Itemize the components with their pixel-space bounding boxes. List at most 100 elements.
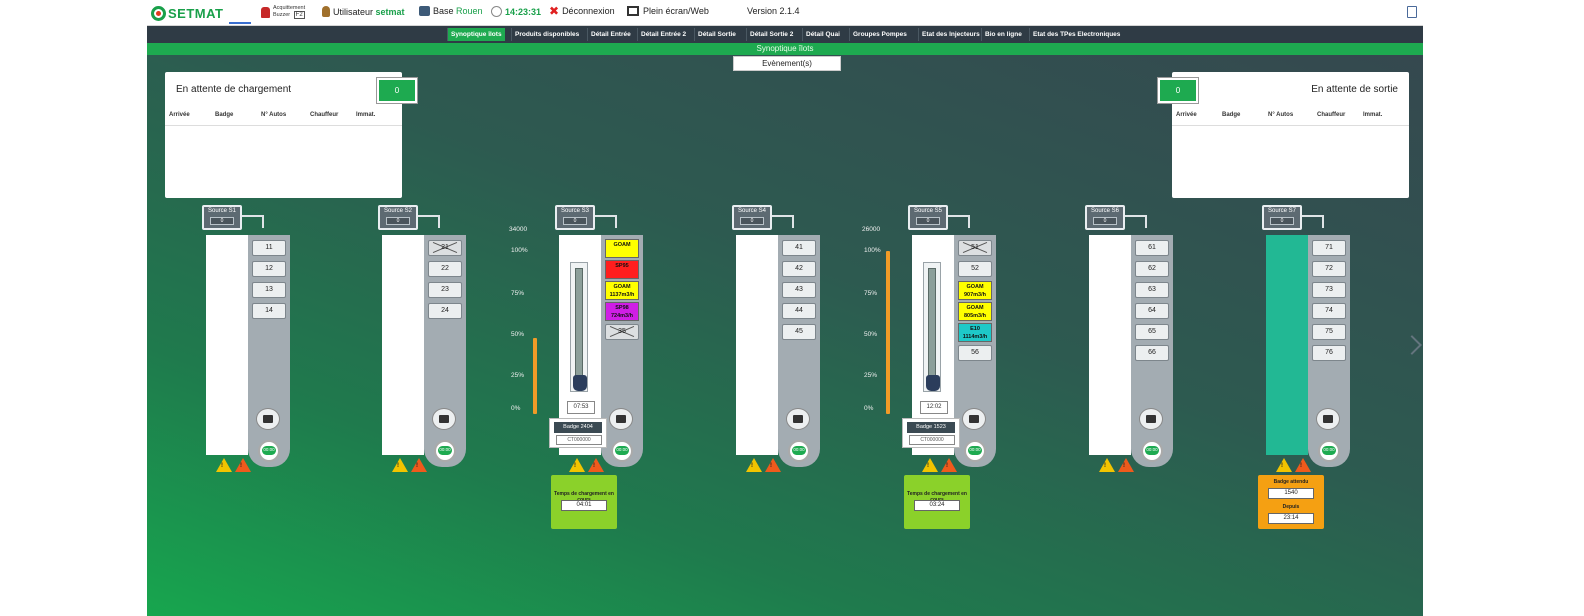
truck-icon[interactable] (432, 408, 456, 430)
go-timer-text: 00:00 (793, 447, 805, 452)
product-flow: 907m3/h (963, 292, 986, 298)
truck-icon[interactable] (1316, 408, 1340, 430)
product-cell[interactable]: GOAM 1137m3/h (605, 281, 639, 300)
slot-42[interactable]: 42 (782, 261, 816, 277)
panel-table-header: Arrivée Badge N° Autos Chauffeur Immat. (1172, 112, 1409, 126)
tab-8[interactable]: Etat des Injecteurs (918, 28, 983, 41)
source-s3-box[interactable]: Source S3 0 (555, 205, 595, 230)
product-cell[interactable]: SP98 724m3/h (605, 302, 639, 321)
tab-0[interactable]: Synoptique îlots (447, 28, 505, 41)
slot-65[interactable]: 65 (1135, 324, 1169, 340)
truck-icon[interactable] (786, 408, 810, 430)
product-cell[interactable]: GOAM 907m3/h (958, 281, 992, 300)
slot-11[interactable]: 11 (252, 240, 286, 256)
slot-73[interactable]: 73 (1312, 282, 1346, 298)
product-cell[interactable]: E10 1114m3/h (958, 323, 992, 342)
next-page-arrow[interactable] (1402, 335, 1422, 355)
go-timer-icon[interactable]: 00:00 (434, 440, 456, 462)
truck-icon[interactable] (962, 408, 986, 430)
logout-button[interactable]: ✖ Déconnexion (549, 5, 615, 17)
slot-52[interactable]: 52 (958, 261, 992, 277)
slot-44[interactable]: 44 (782, 303, 816, 319)
waiting-exit-count-button[interactable]: 0 (1158, 78, 1198, 103)
go-timer-icon[interactable]: 00:00 (258, 440, 280, 462)
gauge-fill-bar (533, 338, 537, 414)
go-timer-icon[interactable]: 00:00 (964, 440, 986, 462)
slot-label: 52 (971, 265, 979, 272)
slot-12[interactable]: 12 (252, 261, 286, 277)
slot-label: 74 (1325, 307, 1333, 314)
slot-41[interactable]: 41 (782, 240, 816, 256)
go-timer-text: 00:00 (263, 447, 275, 452)
truck-icon[interactable] (256, 408, 280, 430)
slot-66[interactable]: 66 (1135, 345, 1169, 361)
expected-badge-label: Badge attendu (1273, 479, 1309, 485)
tab-3[interactable]: Détail Entrée 2 (637, 28, 689, 41)
gauge-level-label: 75% (864, 290, 878, 297)
slot-51[interactable]: 51 (958, 240, 992, 256)
slot-56[interactable]: 56 (958, 345, 992, 361)
slot-13[interactable]: 13 (252, 282, 286, 298)
tab-9[interactable]: Bio en ligne (981, 28, 1025, 41)
buzzer-ack-button[interactable]: Acquittement Buzzer F2 (261, 5, 305, 19)
badge-box[interactable]: Badge 1523 CT000000 (902, 418, 960, 448)
go-timer-icon[interactable]: 00:00 (611, 440, 633, 462)
tab-6[interactable]: Détail Quai (802, 28, 843, 41)
waiting-loading-count-button[interactable]: 0 (377, 78, 417, 103)
tab-10[interactable]: Etat des TPes Electroniques (1029, 28, 1123, 41)
slot-63[interactable]: 63 (1135, 282, 1169, 298)
col-chauffeur: Chauffeur (1317, 112, 1346, 118)
slot-23[interactable]: 23 (428, 282, 462, 298)
loading-arm-diagram (570, 262, 588, 392)
slot-61[interactable]: 61 (1135, 240, 1169, 256)
product-cell[interactable]: GOAM 805m3/h (958, 302, 992, 321)
gauge-level-label: 25% (511, 372, 525, 379)
gauge-level-label: 0% (864, 405, 874, 412)
source-s7-box[interactable]: Source S7 0 (1262, 205, 1302, 230)
base-info: Base Rouen (419, 6, 483, 16)
truck-icon[interactable] (609, 408, 633, 430)
slot-76[interactable]: 76 (1312, 345, 1346, 361)
product-cell[interactable]: GOAM (605, 239, 639, 258)
slot-label: 51 (971, 244, 979, 251)
slot-62[interactable]: 62 (1135, 261, 1169, 277)
source-state: 0 (740, 217, 764, 225)
slot-35[interactable]: 35 (605, 324, 639, 340)
source-s4-box[interactable]: Source S4 0 (732, 205, 772, 230)
events-button[interactable]: Evènement(s) (733, 56, 841, 71)
tab-4[interactable]: Détail Sortie (694, 28, 739, 41)
product-name: GOAM (966, 284, 984, 290)
badge-box[interactable]: Badge 2404 CT000000 (549, 418, 607, 448)
go-timer-icon[interactable]: 00:00 (1318, 440, 1340, 462)
source-s1-box[interactable]: Source S1 0 (202, 205, 242, 230)
slot-64[interactable]: 64 (1135, 303, 1169, 319)
tab-7[interactable]: Groupes Pompes (849, 28, 910, 41)
slot-75[interactable]: 75 (1312, 324, 1346, 340)
window-icon[interactable] (1407, 6, 1417, 18)
source-s6-box[interactable]: Source S6 0 (1085, 205, 1125, 230)
truck-icon[interactable] (1139, 408, 1163, 430)
tab-1[interactable]: Produits disponibles (511, 28, 582, 41)
slot-label: 41 (795, 244, 803, 251)
tab-5[interactable]: Détail Sortie 2 (746, 28, 796, 41)
fullscreen-button[interactable]: Plein écran/Web (627, 6, 709, 16)
source-s5-box[interactable]: Source S5 0 (908, 205, 948, 230)
slot-14[interactable]: 14 (252, 303, 286, 319)
slot-21[interactable]: 21 (428, 240, 462, 256)
product-cell[interactable]: SP95 (605, 260, 639, 279)
tab-2[interactable]: Détail Entrée (587, 28, 634, 41)
slot-43[interactable]: 43 (782, 282, 816, 298)
slot-74[interactable]: 74 (1312, 303, 1346, 319)
slot-22[interactable]: 22 (428, 261, 462, 277)
go-timer-icon[interactable]: 00:00 (1141, 440, 1163, 462)
source-s2-box[interactable]: Source S2 0 (378, 205, 418, 230)
slot-45[interactable]: 45 (782, 324, 816, 340)
setmat-logo[interactable]: SETMAT (151, 3, 227, 23)
slot-72[interactable]: 72 (1312, 261, 1346, 277)
slot-71[interactable]: 71 (1312, 240, 1346, 256)
col-badge: Badge (215, 112, 234, 118)
slot-24[interactable]: 24 (428, 303, 462, 319)
warning-mark: ! (927, 463, 929, 469)
go-timer-icon[interactable]: 00:00 (788, 440, 810, 462)
warning-mark: ! (240, 463, 242, 469)
